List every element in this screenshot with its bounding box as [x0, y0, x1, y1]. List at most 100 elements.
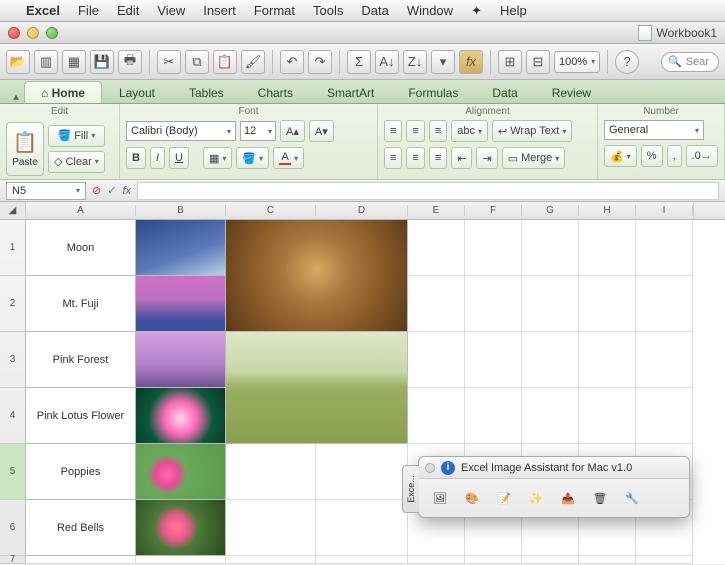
- cell[interactable]: [226, 444, 316, 500]
- tab-data[interactable]: Data: [475, 81, 534, 103]
- sparkle-icon[interactable]: ✨: [525, 487, 547, 509]
- zoom-window-button[interactable]: [46, 27, 58, 39]
- label-cell[interactable]: Pink Lotus Flower: [26, 388, 136, 444]
- palette-close-button[interactable]: [425, 463, 435, 473]
- decrease-indent-button[interactable]: ⇤: [451, 147, 472, 169]
- italic-button[interactable]: I: [150, 147, 165, 169]
- show-hide-icon[interactable]: ⊞: [498, 50, 522, 74]
- menu-insert[interactable]: Insert: [203, 3, 236, 18]
- menu-data[interactable]: Data: [361, 3, 388, 18]
- percent-button[interactable]: %: [641, 145, 663, 167]
- settings-icon[interactable]: 🔧: [621, 487, 643, 509]
- close-window-button[interactable]: [8, 27, 20, 39]
- orientation-button[interactable]: abc▾: [451, 120, 488, 142]
- collapse-ribbon-button[interactable]: ▴: [8, 90, 24, 103]
- cell[interactable]: [408, 556, 465, 564]
- cell[interactable]: [226, 556, 316, 564]
- currency-button[interactable]: 💰▾: [604, 145, 637, 167]
- row-header-6[interactable]: 6: [0, 500, 26, 556]
- align-middle-button[interactable]: ≡: [406, 120, 424, 142]
- align-bottom-button[interactable]: ≡: [429, 120, 447, 142]
- cell[interactable]: [636, 220, 693, 276]
- column-header-B[interactable]: B: [136, 205, 226, 216]
- paste-button[interactable]: 📋 Paste: [6, 122, 44, 176]
- cell[interactable]: [465, 220, 522, 276]
- cell[interactable]: [465, 388, 522, 444]
- underline-button[interactable]: U: [169, 147, 189, 169]
- gallery-icon[interactable]: ⊟: [526, 50, 550, 74]
- cell[interactable]: [408, 332, 465, 388]
- tab-home[interactable]: ⌂ Home: [24, 81, 102, 103]
- cell[interactable]: [522, 556, 579, 564]
- export-icon[interactable]: 📤: [557, 487, 579, 509]
- paste-icon[interactable]: 📋: [213, 50, 237, 74]
- tab-formulas[interactable]: Formulas: [391, 81, 475, 103]
- menu-format[interactable]: Format: [254, 3, 295, 18]
- cell[interactable]: [636, 388, 693, 444]
- fill-color-button[interactable]: 🪣▾: [236, 147, 269, 169]
- formula-input[interactable]: [137, 182, 719, 200]
- enter-icon[interactable]: ✓: [107, 184, 116, 197]
- app-menu[interactable]: Excel: [26, 3, 60, 18]
- align-center-button[interactable]: ≡: [406, 147, 424, 169]
- increase-decimal-button[interactable]: .0→: [686, 145, 718, 167]
- label-cell[interactable]: Mt. Fuji: [26, 276, 136, 332]
- fx-icon[interactable]: fx: [459, 50, 483, 74]
- column-header-E[interactable]: E: [408, 205, 465, 216]
- open-icon[interactable]: 📂: [6, 50, 30, 74]
- thumbnail-cell[interactable]: [136, 500, 226, 556]
- font-name-select[interactable]: Calibri (Body)▾: [126, 121, 236, 141]
- row-header-1[interactable]: 1: [0, 220, 26, 276]
- cell[interactable]: [316, 444, 408, 500]
- format-painter-icon[interactable]: 🖌: [241, 50, 265, 74]
- large-image-cell[interactable]: [226, 220, 408, 332]
- save-icon[interactable]: 💾: [90, 50, 114, 74]
- delete-image-icon[interactable]: 🗑: [589, 487, 611, 509]
- cell[interactable]: [579, 276, 636, 332]
- menu-tools[interactable]: Tools: [313, 3, 343, 18]
- cell[interactable]: [522, 388, 579, 444]
- menu-edit[interactable]: Edit: [117, 3, 139, 18]
- menu-window[interactable]: Window: [407, 3, 453, 18]
- note-icon[interactable]: 📝: [493, 487, 515, 509]
- column-header-G[interactable]: G: [522, 205, 579, 216]
- comma-button[interactable]: ,: [667, 145, 682, 167]
- script-menu-icon[interactable]: ✦: [471, 3, 482, 19]
- cell[interactable]: [522, 220, 579, 276]
- cell[interactable]: [579, 556, 636, 564]
- number-format-select[interactable]: General▾: [604, 120, 704, 140]
- large-image-cell[interactable]: [226, 332, 408, 444]
- sort-az-icon[interactable]: A↓: [375, 50, 399, 74]
- column-header-C[interactable]: C: [226, 205, 316, 216]
- insert-image-icon[interactable]: 🖼: [429, 487, 451, 509]
- row-header-2[interactable]: 2: [0, 276, 26, 332]
- cell[interactable]: [316, 500, 408, 556]
- cell[interactable]: [408, 276, 465, 332]
- cell[interactable]: [579, 332, 636, 388]
- row-header-7[interactable]: 7: [0, 556, 26, 564]
- new-sheet-icon[interactable]: ▦: [62, 50, 86, 74]
- label-cell[interactable]: Moon: [26, 220, 136, 276]
- merge-button[interactable]: ▭Merge▾: [502, 147, 566, 169]
- thumbnail-cell[interactable]: [136, 276, 226, 332]
- help-icon[interactable]: ?: [615, 50, 639, 74]
- cell[interactable]: [636, 332, 693, 388]
- cell[interactable]: [465, 556, 522, 564]
- bold-button[interactable]: B: [126, 147, 146, 169]
- increase-indent-button[interactable]: ⇥: [476, 147, 497, 169]
- cell[interactable]: [465, 276, 522, 332]
- undo-icon[interactable]: ↶: [280, 50, 304, 74]
- label-cell[interactable]: Poppies: [26, 444, 136, 500]
- cell[interactable]: [316, 556, 408, 564]
- menu-view[interactable]: View: [157, 3, 185, 18]
- palette-sidetab[interactable]: Exce...: [402, 465, 419, 513]
- copy-icon[interactable]: ⧉: [185, 50, 209, 74]
- label-cell[interactable]: Pink Forest: [26, 332, 136, 388]
- cell[interactable]: [579, 220, 636, 276]
- column-header-H[interactable]: H: [579, 205, 636, 216]
- thumbnail-cell[interactable]: [136, 388, 226, 444]
- filter-icon[interactable]: ▾: [431, 50, 455, 74]
- tab-review[interactable]: Review: [535, 81, 608, 103]
- label-cell[interactable]: Red Bells: [26, 500, 136, 556]
- cell[interactable]: [465, 332, 522, 388]
